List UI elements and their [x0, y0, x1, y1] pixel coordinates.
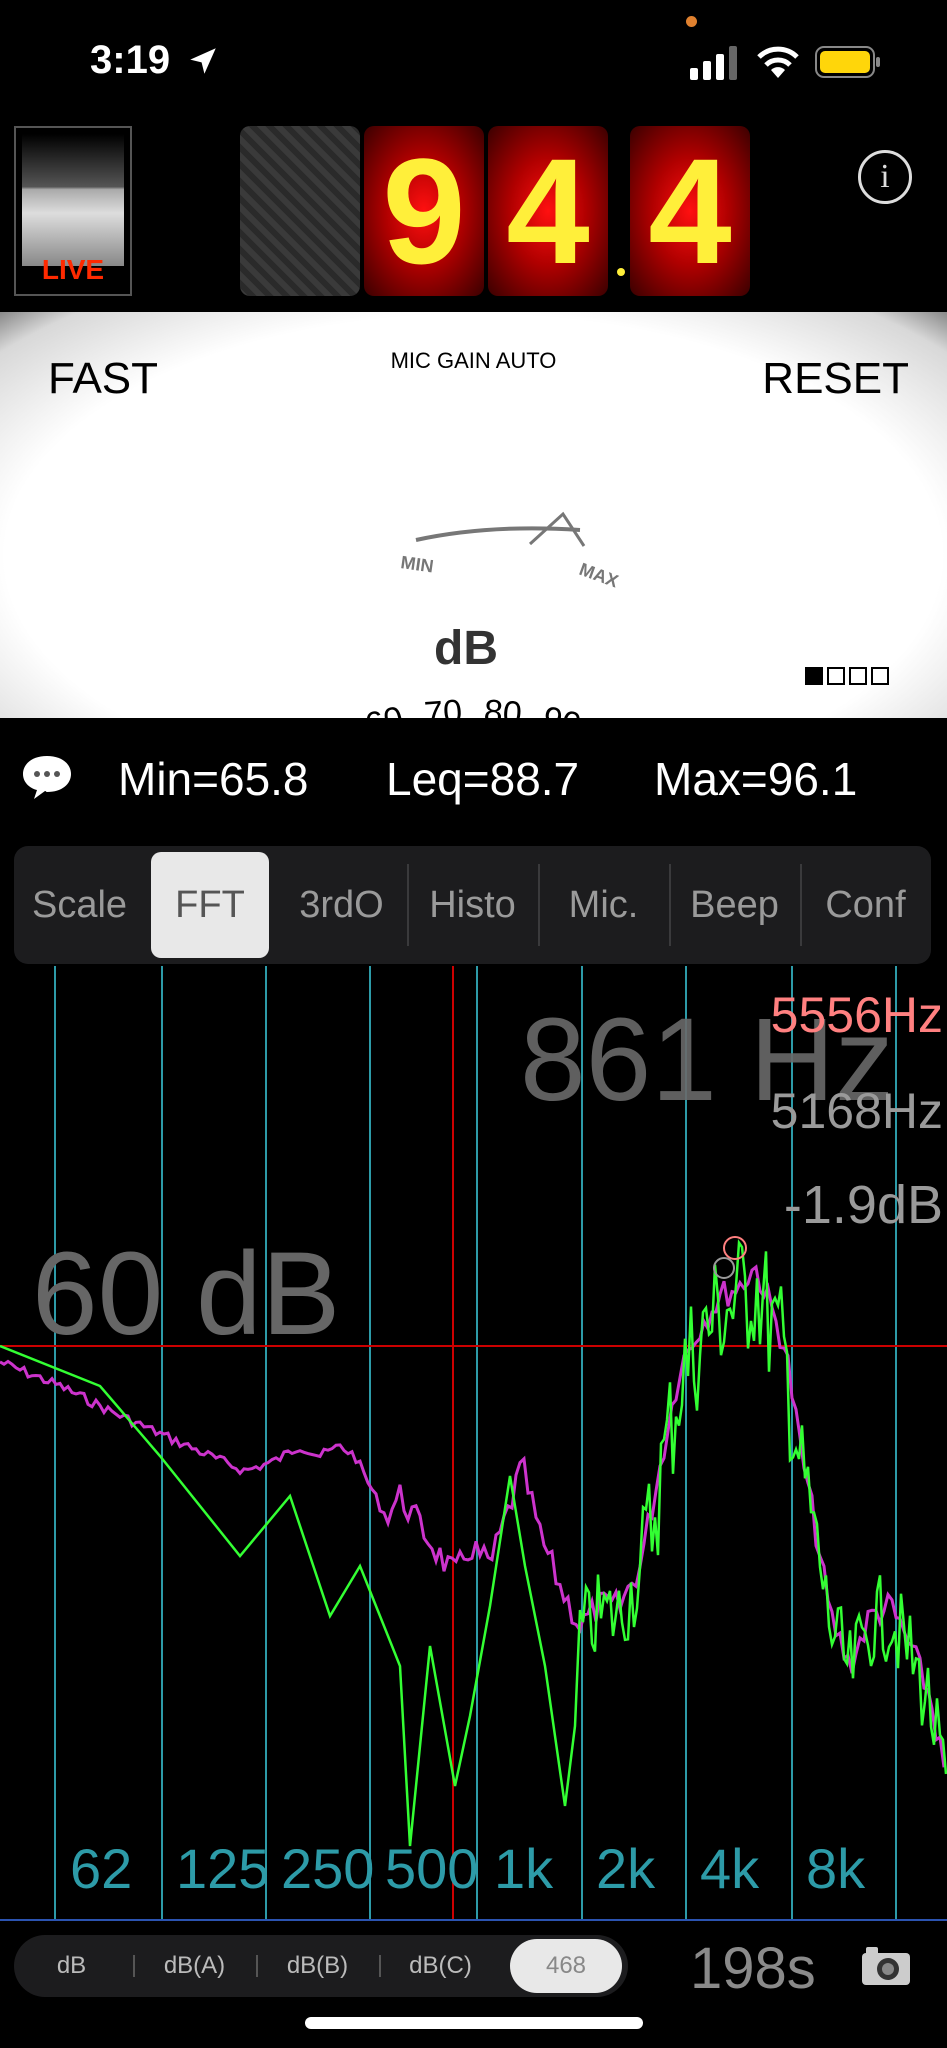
- freq-label: 1k: [494, 1837, 554, 1900]
- weighting-dbb[interactable]: dB(B): [260, 1935, 375, 1997]
- stats-bar: Min=65.8 Leq=88.7 Max=96.1: [0, 738, 947, 812]
- page-indicator-dot[interactable]: [805, 667, 823, 685]
- digit-hundreds: [240, 126, 360, 296]
- stat-max: Max=96.1: [654, 753, 858, 805]
- elapsed-time: 198s: [690, 1936, 816, 2001]
- meter-scale-label: 50: [303, 715, 352, 718]
- digit-tens: 9: [364, 126, 484, 296]
- status-bar: 3:19: [0, 0, 947, 120]
- tab-conf[interactable]: Conf: [800, 846, 931, 964]
- digit-ones: 4: [488, 126, 608, 296]
- tab-beep[interactable]: Beep: [669, 846, 800, 964]
- max-label: MAX: [577, 559, 621, 591]
- wifi-icon: [757, 46, 799, 78]
- live-label: LIVE: [41, 254, 105, 285]
- page-indicator-dot[interactable]: [827, 667, 845, 685]
- weighting-separator: [379, 1955, 381, 1977]
- meter-scale-label: 90: [539, 699, 584, 718]
- cellular-signal-icon: [690, 46, 737, 80]
- tab-3rdo[interactable]: 3rdO: [276, 846, 407, 964]
- stat-leq: Leq=88.7: [386, 753, 580, 805]
- weighting-dba[interactable]: dB(A): [137, 1935, 252, 1997]
- meter-dial: 2030405060708090100110120130MINMAXdB: [303, 511, 889, 718]
- freq-label: 2k: [596, 1837, 656, 1900]
- speech-bubble-icon[interactable]: [20, 752, 74, 802]
- freq-label: 4k: [700, 1837, 760, 1900]
- analog-meter: FAST MIC GAIN AUTO RESET 203040506070809…: [0, 312, 947, 718]
- peak-db: -1.9dB: [783, 1175, 943, 1235]
- mode-tabs: Scale FFT 3rdO Histo Mic. Beep Conf: [14, 846, 931, 964]
- decimal-point: [617, 268, 625, 276]
- level-readout: 60 dB: [32, 1228, 341, 1360]
- page-indicator-dot[interactable]: [849, 667, 867, 685]
- weighting-separator: [133, 1955, 135, 1977]
- stat-min: Min=65.8: [118, 753, 309, 805]
- info-button[interactable]: i: [858, 150, 912, 204]
- weighting-separator: [256, 1955, 258, 1977]
- tab-histo[interactable]: Histo: [407, 846, 538, 964]
- freq-label: 125: [176, 1837, 270, 1900]
- freq-label: 250: [281, 1837, 375, 1900]
- freq-label: 500: [385, 1837, 479, 1900]
- status-time: 3:19: [90, 38, 171, 82]
- home-indicator: [305, 2017, 643, 2029]
- tab-fft[interactable]: FFT: [151, 852, 269, 958]
- meter-scale-label: 80: [483, 693, 524, 718]
- tab-mic[interactable]: Mic.: [538, 846, 669, 964]
- fft-plot[interactable]: 861 Hz 5556Hz 5168Hz -1.9dB 60 dB 62 125…: [0, 966, 947, 1921]
- weighting-db[interactable]: dB: [14, 1935, 129, 1997]
- location-arrow-icon: [190, 48, 216, 74]
- meter-scale-label: 100: [585, 711, 652, 718]
- weighting-dbc[interactable]: dB(C): [383, 1935, 498, 1997]
- privacy-dot-icon: [686, 16, 697, 27]
- meter-scale-label: 70: [423, 693, 464, 718]
- meter-scale-label: 60: [362, 699, 407, 718]
- weighting-468[interactable]: 468: [510, 1939, 622, 1993]
- minmax-arc: [415, 526, 581, 542]
- weighting-selector: dB dB(A) dB(B) dB(C) 468: [14, 1935, 628, 1997]
- freq-label: 62: [70, 1837, 133, 1900]
- min-label: MIN: [399, 552, 434, 576]
- page-indicator-dot[interactable]: [871, 667, 889, 685]
- camera-icon[interactable]: [860, 1945, 912, 1987]
- digit-tenths: 4: [630, 126, 750, 296]
- bottom-bar: dB dB(A) dB(B) dB(C) 468 198s: [0, 1921, 947, 2048]
- live-button[interactable]: LIVE: [14, 126, 132, 296]
- battery-icon: [815, 46, 880, 78]
- live-level-indicator: [22, 134, 124, 266]
- cursor-frequency: 5556Hz: [770, 987, 943, 1043]
- secondary-peak-marker: [713, 1257, 735, 1279]
- freq-label: 8k: [806, 1837, 866, 1900]
- secondary-frequency: 5168Hz: [770, 1083, 943, 1139]
- meter-unit: dB: [434, 622, 498, 675]
- tab-scale[interactable]: Scale: [14, 846, 145, 964]
